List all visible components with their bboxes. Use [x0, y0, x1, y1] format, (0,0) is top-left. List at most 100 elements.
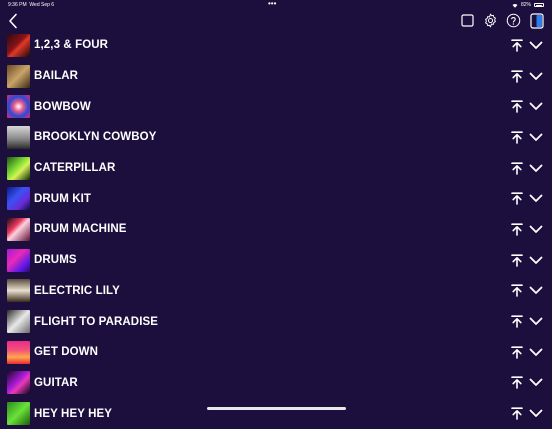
list-item[interactable]: ELECTRIC LILY	[0, 276, 552, 307]
move-to-top-icon	[511, 315, 523, 328]
expand-button[interactable]	[529, 315, 543, 329]
move-to-top-icon	[511, 69, 523, 83]
battery-fill	[535, 4, 543, 6]
sidebar-toggle-button[interactable]	[528, 12, 545, 29]
move-to-top-button[interactable]	[510, 253, 524, 267]
home-indicator[interactable]	[207, 407, 346, 410]
chevron-down-icon	[529, 41, 543, 49]
song-title: BOWBOW	[34, 100, 91, 113]
list-item[interactable]: DRUMS	[0, 245, 552, 276]
expand-button[interactable]	[529, 376, 543, 390]
row-actions	[510, 345, 543, 359]
row-actions	[510, 130, 543, 144]
move-to-top-icon	[511, 254, 523, 267]
expand-button[interactable]	[529, 284, 543, 298]
chevron-down-icon	[529, 164, 543, 172]
chevron-left-icon	[9, 13, 17, 29]
expand-button[interactable]	[529, 69, 543, 83]
chevron-down-icon	[529, 317, 543, 325]
move-to-top-button[interactable]	[510, 161, 524, 175]
song-title: ELECTRIC LILY	[34, 284, 120, 297]
expand-button[interactable]	[529, 192, 543, 206]
move-to-top-icon	[511, 39, 523, 52]
row-actions	[510, 376, 543, 390]
chevron-down-icon	[529, 256, 543, 264]
song-thumbnail	[7, 279, 30, 303]
song-thumbnail	[7, 217, 30, 241]
move-to-top-button[interactable]	[510, 130, 524, 144]
help-button[interactable]	[505, 12, 522, 29]
chevron-down-icon	[529, 133, 543, 141]
row-actions	[510, 253, 543, 267]
expand-button[interactable]	[529, 222, 543, 236]
chevron-down-icon	[529, 348, 543, 356]
move-to-top-button[interactable]	[510, 38, 524, 52]
list-item[interactable]: CATERPILLAR	[0, 153, 552, 184]
expand-button[interactable]	[529, 345, 543, 359]
settings-button[interactable]	[482, 12, 499, 29]
song-title: DRUM MACHINE	[34, 223, 127, 236]
row-actions	[510, 284, 543, 298]
gear-icon	[485, 13, 496, 28]
song-title: 1,2,3 & FOUR	[34, 39, 109, 52]
battery-icon	[534, 3, 544, 7]
move-to-top-button[interactable]	[510, 192, 524, 206]
chevron-down-icon	[529, 72, 543, 80]
song-thumbnail	[7, 248, 30, 272]
list-item[interactable]: BROOKLYN COWBOY	[0, 122, 552, 153]
list-item[interactable]: GET DOWN	[0, 337, 552, 368]
list-item[interactable]: BAILAR	[0, 61, 552, 92]
list-item[interactable]: DRUM KIT	[0, 183, 552, 214]
song-thumbnail	[7, 187, 30, 211]
row-actions	[510, 222, 543, 236]
status-bar: 9:36 PM Wed Sep 6 ••• 82%	[0, 0, 552, 10]
multitasking-dots[interactable]: •••	[268, 0, 276, 8]
song-thumbnail	[7, 33, 30, 57]
list-item[interactable]: 1,2,3 & FOUR	[0, 30, 552, 61]
move-to-top-button[interactable]	[510, 345, 524, 359]
row-actions	[510, 69, 543, 83]
square-button[interactable]	[459, 12, 476, 29]
expand-button[interactable]	[529, 100, 543, 114]
sidebar-toggle-icon	[529, 12, 544, 29]
chevron-down-icon	[529, 225, 543, 233]
status-right: 82%	[512, 2, 544, 8]
song-title: FLIGHT TO PARADISE	[34, 315, 159, 328]
status-time-date: 9:36 PM Wed Sep 6	[8, 2, 54, 8]
expand-button[interactable]	[529, 253, 543, 267]
move-to-top-icon	[511, 376, 523, 390]
song-thumbnail	[7, 156, 30, 180]
song-list: 1,2,3 & FOUR BAILAR BOWBOW BROOKLYN COWBOY C…	[0, 30, 552, 429]
song-title: BAILAR	[34, 70, 79, 83]
list-item[interactable]: BOWBOW	[0, 91, 552, 122]
move-to-top-icon	[511, 131, 523, 144]
move-to-top-button[interactable]	[510, 315, 524, 329]
row-actions	[510, 315, 543, 329]
move-to-top-button[interactable]	[510, 69, 524, 83]
move-to-top-button[interactable]	[510, 100, 524, 114]
status-time: 9:36 PM	[8, 2, 27, 8]
list-item[interactable]: FLIGHT TO PARADISE	[0, 306, 552, 337]
song-title: DRUMS	[34, 254, 77, 267]
move-to-top-icon	[511, 161, 523, 175]
list-item[interactable]: DRUM MACHINE	[0, 214, 552, 245]
expand-button[interactable]	[529, 130, 543, 144]
back-button[interactable]	[5, 12, 21, 30]
move-to-top-button[interactable]	[510, 376, 524, 390]
row-actions	[510, 100, 543, 114]
status-date: Wed Sep 6	[29, 2, 55, 8]
header-toolbar	[0, 10, 552, 32]
move-to-top-icon	[511, 346, 523, 359]
move-to-top-button[interactable]	[510, 284, 524, 298]
chevron-down-icon	[529, 379, 543, 387]
chevron-down-icon	[529, 286, 543, 295]
move-to-top-button[interactable]	[510, 222, 524, 236]
expand-button[interactable]	[529, 161, 543, 175]
expand-button[interactable]	[529, 38, 543, 52]
song-title: CATERPILLAR	[34, 162, 116, 175]
row-actions	[510, 192, 543, 206]
square-icon	[461, 14, 474, 27]
song-title: DRUM KIT	[34, 192, 92, 205]
list-item[interactable]: GUITAR	[0, 368, 552, 399]
song-thumbnail	[7, 310, 30, 334]
